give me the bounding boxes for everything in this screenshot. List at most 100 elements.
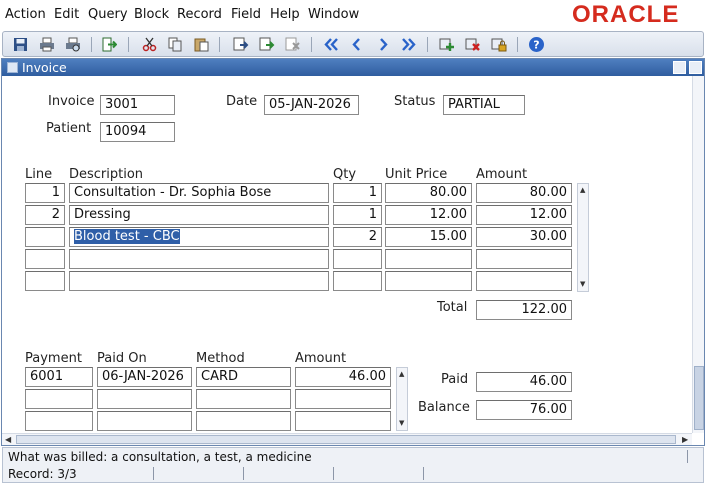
menu-field[interactable]: Field (231, 7, 261, 22)
exit-icon[interactable] (100, 35, 119, 54)
date-field[interactable]: 05-JAN-2026 (264, 95, 359, 115)
amount-field[interactable]: 30.00 (476, 227, 572, 247)
record-indicator: Record: 3/3 (8, 467, 77, 481)
copy-icon[interactable] (166, 35, 185, 54)
amount-field[interactable] (476, 249, 572, 269)
total-field[interactable]: 122.00 (476, 300, 572, 320)
previous-record-icon[interactable] (347, 35, 366, 54)
description-field[interactable]: Consultation - Dr. Sophia Bose (69, 183, 329, 203)
col-method-header: Method (196, 351, 245, 366)
cut-icon[interactable] (140, 35, 159, 54)
payments-scrollbar[interactable]: ▲ ▼ (396, 367, 408, 431)
save-icon[interactable] (11, 35, 30, 54)
print-preview-icon[interactable] (63, 35, 82, 54)
toolbar-separator (427, 37, 428, 52)
line-number-field[interactable] (25, 249, 65, 269)
payment-amount-field[interactable] (295, 389, 391, 409)
execute-query-icon[interactable] (257, 35, 276, 54)
next-record-icon[interactable] (373, 35, 392, 54)
menu-record[interactable]: Record (177, 7, 222, 22)
line-number-field[interactable]: 2 (25, 205, 65, 225)
toolbar-separator (219, 37, 220, 52)
last-record-icon[interactable] (399, 35, 418, 54)
first-record-icon[interactable] (321, 35, 340, 54)
paid-field[interactable]: 46.00 (476, 372, 572, 392)
description-field-current[interactable]: Blood test - CBC (69, 227, 329, 247)
description-field[interactable]: Dressing (69, 205, 329, 225)
lock-record-icon[interactable] (489, 35, 508, 54)
status-divider (153, 467, 154, 480)
window-horizontal-scrollbar[interactable]: ◀ ▶ (2, 433, 692, 445)
method-field[interactable] (196, 411, 291, 431)
insert-record-icon[interactable] (437, 35, 456, 54)
horizontal-scroll-thumb[interactable] (16, 435, 676, 444)
line-number-field[interactable] (25, 271, 65, 291)
unit-price-field[interactable] (385, 271, 472, 291)
scroll-up-icon[interactable]: ▲ (399, 370, 404, 378)
toolbar-separator (128, 37, 129, 52)
menu-action[interactable]: Action (5, 7, 46, 22)
qty-field[interactable]: 2 (333, 227, 382, 247)
menu-help[interactable]: Help (270, 7, 300, 22)
scroll-right-icon[interactable]: ▶ (682, 435, 688, 444)
print-icon[interactable] (37, 35, 56, 54)
lines-scrollbar[interactable]: ▲ ▼ (577, 183, 589, 292)
vertical-scroll-thumb[interactable] (694, 366, 704, 430)
unit-price-field[interactable] (385, 249, 472, 269)
line-number-field[interactable] (25, 227, 65, 247)
date-label: Date (226, 94, 258, 109)
paid-on-field[interactable] (97, 411, 192, 431)
payment-id-field[interactable]: 6001 (25, 367, 93, 387)
delete-record-icon[interactable] (463, 35, 482, 54)
scroll-down-icon[interactable]: ▼ (399, 419, 404, 427)
description-field[interactable] (69, 249, 329, 269)
toolbar-separator (517, 37, 518, 52)
qty-field[interactable]: 1 (333, 205, 382, 225)
scroll-down-icon[interactable]: ▼ (580, 280, 585, 288)
help-icon[interactable]: ? (527, 35, 546, 54)
menu-window[interactable]: Window (308, 7, 359, 22)
status-field[interactable]: PARTIAL (443, 95, 525, 115)
qty-field[interactable] (333, 249, 382, 269)
scroll-up-icon[interactable]: ▲ (580, 186, 585, 194)
payment-id-field[interactable] (25, 411, 93, 431)
status-message: What was billed: a consultation, a test,… (8, 450, 312, 464)
window-vertical-scrollbar[interactable] (692, 76, 704, 433)
amount-field[interactable] (476, 271, 572, 291)
balance-label: Balance (418, 400, 470, 415)
payment-amount-field[interactable] (295, 411, 391, 431)
window-title: Invoice (22, 60, 67, 75)
menu-query[interactable]: Query (88, 7, 128, 22)
invoice-field[interactable]: 3001 (100, 95, 175, 115)
amount-field[interactable]: 80.00 (476, 183, 572, 203)
paid-on-field[interactable]: 06-JAN-2026 (97, 367, 192, 387)
patient-field[interactable]: 10094 (100, 122, 175, 142)
menu-edit[interactable]: Edit (54, 7, 79, 22)
amount-field[interactable]: 12.00 (476, 205, 572, 225)
balance-field[interactable]: 76.00 (476, 400, 572, 420)
minimize-button[interactable] (673, 61, 686, 74)
col-unit-price-header: Unit Price (385, 167, 448, 182)
payment-id-field[interactable] (25, 389, 93, 409)
status-divider (243, 467, 244, 480)
qty-field[interactable]: 1 (333, 183, 382, 203)
unit-price-field[interactable]: 15.00 (385, 227, 472, 247)
col-payment-header: Payment (25, 351, 82, 366)
toolbar: ? (2, 31, 704, 57)
method-field[interactable]: CARD (196, 367, 291, 387)
method-field[interactable] (196, 389, 291, 409)
paid-on-field[interactable] (97, 389, 192, 409)
paste-icon[interactable] (192, 35, 211, 54)
payment-amount-field[interactable]: 46.00 (295, 367, 391, 387)
qty-field[interactable] (333, 271, 382, 291)
scroll-left-icon[interactable]: ◀ (5, 435, 11, 444)
menu-block[interactable]: Block (134, 7, 169, 22)
enter-query-icon[interactable] (231, 35, 250, 54)
cancel-query-icon[interactable] (283, 35, 302, 54)
unit-price-field[interactable]: 12.00 (385, 205, 472, 225)
unit-price-field[interactable]: 80.00 (385, 183, 472, 203)
restore-button[interactable] (689, 61, 702, 74)
patient-label: Patient (46, 121, 92, 136)
description-field[interactable] (69, 271, 329, 291)
line-number-field[interactable]: 1 (25, 183, 65, 203)
